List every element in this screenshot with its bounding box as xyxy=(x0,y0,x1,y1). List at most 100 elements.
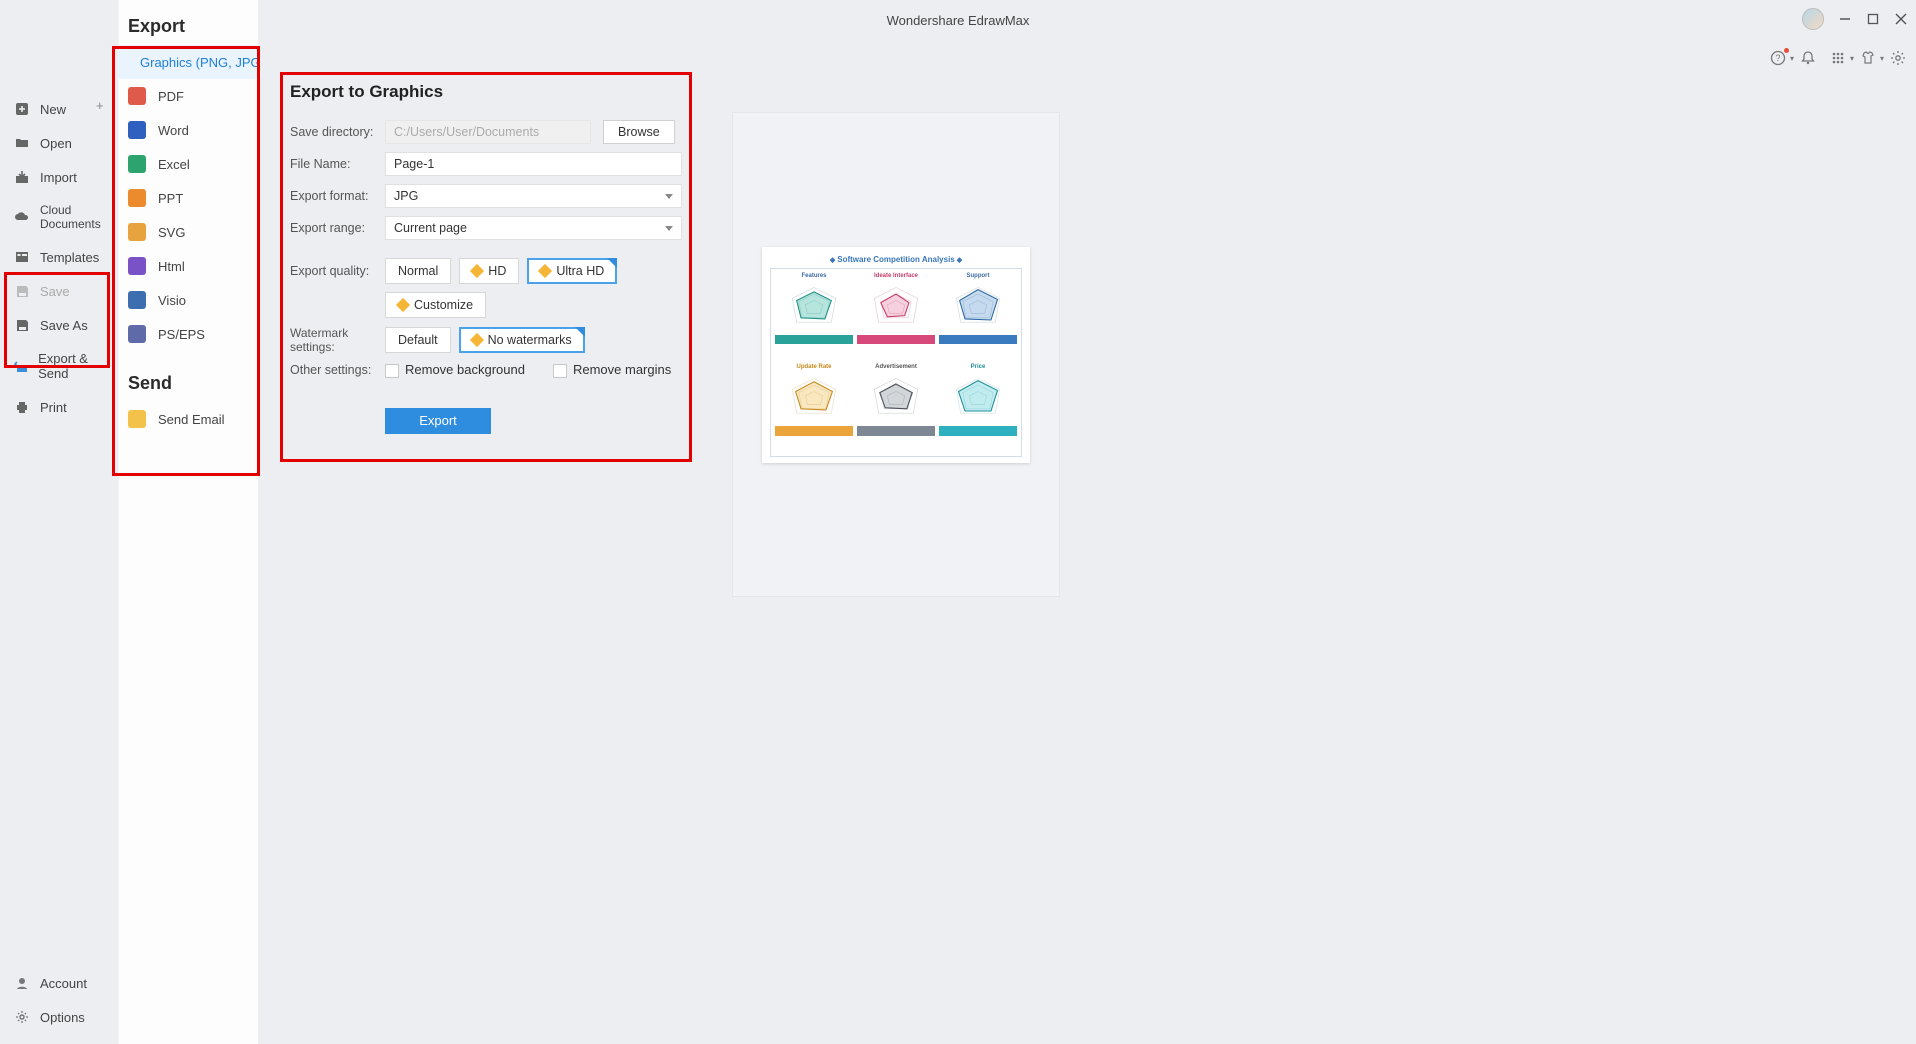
rail-item-account[interactable]: Account xyxy=(0,966,118,1000)
export-range-value: Current page xyxy=(394,221,467,235)
preview-panel: Software Competition Analysis Features I… xyxy=(732,112,1060,597)
folder-icon xyxy=(14,135,30,151)
file-name-input[interactable] xyxy=(385,152,682,176)
export-format-select[interactable]: JPG xyxy=(385,184,682,208)
pdf-icon xyxy=(128,87,146,105)
rail-item-exportsend[interactable]: Export & Send xyxy=(0,342,118,390)
export-format-value: JPG xyxy=(394,189,418,203)
rail-item-label: Save xyxy=(40,284,70,299)
preview-radar-grid: Features Ideate Interface Support Update… xyxy=(770,268,1022,457)
rail-item-label: New xyxy=(40,102,66,117)
format-label: SVG xyxy=(158,225,185,240)
format-item-pseps[interactable]: PS/EPS xyxy=(118,317,258,351)
rail-item-cloud[interactable]: Cloud Documents xyxy=(0,194,118,240)
corner-flag-icon xyxy=(575,327,585,337)
checkbox-icon xyxy=(553,364,567,378)
format-item-word[interactable]: Word xyxy=(118,113,258,147)
rail-item-label: Account xyxy=(40,976,87,991)
radar-note xyxy=(857,335,935,345)
diamond-icon xyxy=(470,264,484,278)
radar-cell: Advertisement xyxy=(857,364,935,452)
rail-item-saveas[interactable]: Save As xyxy=(0,308,118,342)
label-export-quality: Export quality: xyxy=(290,264,385,278)
radar-note xyxy=(775,426,853,436)
radar-note xyxy=(775,335,853,345)
format-label: PDF xyxy=(158,89,184,104)
diamond-icon xyxy=(470,333,484,347)
rail-item-label: Print xyxy=(40,400,67,415)
cloud-icon xyxy=(14,209,30,225)
preview-title: Software Competition Analysis xyxy=(770,255,1022,264)
radar-cell: Price xyxy=(939,364,1017,452)
format-item-graphics[interactable]: Graphics (PNG, JPG e… xyxy=(118,45,258,79)
label-export-range: Export range: xyxy=(290,221,385,235)
watermark-none-button[interactable]: No watermarks xyxy=(459,327,585,353)
quality-hd-button[interactable]: HD xyxy=(459,258,519,284)
format-item-html[interactable]: Html xyxy=(118,249,258,283)
rail-item-label: Options xyxy=(40,1010,85,1025)
excel-icon xyxy=(128,155,146,173)
checkbox-icon xyxy=(385,364,399,378)
svg-icon xyxy=(128,223,146,241)
format-label: PPT xyxy=(158,191,183,206)
label-other-settings: Other settings: xyxy=(290,363,385,377)
remove-margins-checkbox[interactable]: Remove margins xyxy=(553,362,671,378)
plus-square-icon xyxy=(14,101,30,117)
rail-item-print[interactable]: Print xyxy=(0,390,118,424)
browse-button[interactable]: Browse xyxy=(603,120,675,144)
save-directory-input xyxy=(385,120,591,144)
gear-icon xyxy=(14,1009,30,1025)
watermark-default-button[interactable]: Default xyxy=(385,327,451,353)
visio-icon xyxy=(128,291,146,309)
save-icon xyxy=(14,283,30,299)
rail-item-label: Import xyxy=(40,170,77,185)
quality-ultrahd-button[interactable]: Ultra HD xyxy=(527,258,617,284)
mail-icon xyxy=(128,410,146,428)
label-export-format: Export format: xyxy=(290,189,385,203)
rail-item-open[interactable]: Open xyxy=(0,126,118,160)
export-button[interactable]: Export xyxy=(385,408,491,434)
left-rail-bottom: Account Options xyxy=(0,966,118,1034)
user-icon xyxy=(14,975,30,991)
format-item-ppt[interactable]: PPT xyxy=(118,181,258,215)
left-rail: New + Open Import Cloud Documents Templa… xyxy=(0,0,118,1044)
new-add-icon[interactable]: + xyxy=(96,98,104,113)
radar-note xyxy=(939,335,1017,345)
rail-item-label: Cloud Documents xyxy=(40,203,112,231)
format-label: Visio xyxy=(158,293,186,308)
rail-item-save: Save xyxy=(0,274,118,308)
export-range-select[interactable]: Current page xyxy=(385,216,682,240)
export-column: Export Graphics (PNG, JPG e… PDF Word Ex… xyxy=(118,0,258,1044)
label-watermark: Watermark settings: xyxy=(290,326,385,354)
html-icon xyxy=(128,257,146,275)
quality-normal-button[interactable]: Normal xyxy=(385,258,451,284)
rail-item-label: Open xyxy=(40,136,72,151)
format-label: Graphics (PNG, JPG e… xyxy=(140,55,258,70)
diamond-icon xyxy=(538,264,552,278)
export-icon xyxy=(14,358,28,374)
corner-flag-icon xyxy=(607,258,617,268)
format-item-excel[interactable]: Excel xyxy=(118,147,258,181)
rail-item-label: Export & Send xyxy=(38,351,112,381)
format-label: Word xyxy=(158,123,189,138)
chevron-down-icon xyxy=(665,194,673,199)
remove-background-checkbox[interactable]: Remove background xyxy=(385,362,525,378)
rail-item-import[interactable]: Import xyxy=(0,160,118,194)
radar-cell: Support xyxy=(939,273,1017,361)
form-title: Export to Graphics xyxy=(290,82,682,102)
format-item-svg[interactable]: SVG xyxy=(118,215,258,249)
rail-item-label: Templates xyxy=(40,250,99,265)
rail-item-label: Save As xyxy=(40,318,88,333)
quality-customize-button[interactable]: Customize xyxy=(385,292,486,318)
label-save-directory: Save directory: xyxy=(290,125,385,139)
send-item-email[interactable]: Send Email xyxy=(118,402,258,436)
rail-item-options[interactable]: Options xyxy=(0,1000,118,1034)
format-item-visio[interactable]: Visio xyxy=(118,283,258,317)
import-icon xyxy=(14,169,30,185)
rail-item-templates[interactable]: Templates xyxy=(0,240,118,274)
radar-note xyxy=(857,426,935,436)
word-icon xyxy=(128,121,146,139)
format-item-pdf[interactable]: PDF xyxy=(118,79,258,113)
pseps-icon xyxy=(128,325,146,343)
chevron-down-icon xyxy=(665,226,673,231)
